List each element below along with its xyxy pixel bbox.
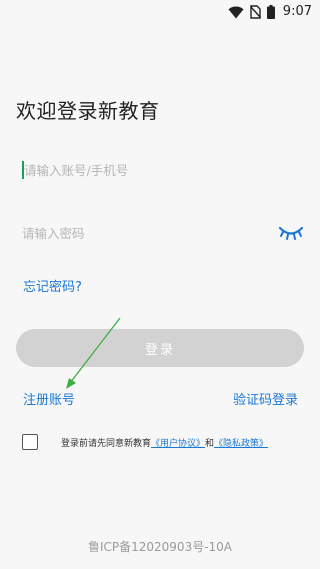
status-bar: 9:07	[0, 0, 320, 24]
password-input[interactable]	[16, 219, 262, 247]
password-field[interactable]	[16, 219, 304, 247]
agreement-row: 登录前请先同意新教育《用户协议》和《隐私政策》	[22, 434, 312, 452]
login-button[interactable]: 登录	[16, 329, 304, 367]
status-icons: 9:07	[228, 4, 312, 20]
account-input[interactable]	[16, 156, 264, 184]
account-field[interactable]	[16, 156, 304, 184]
icp-footer: 鲁ICP备12020903号-10A	[87, 540, 233, 554]
privacy-policy-link[interactable]: 《隐私政策》	[214, 439, 268, 449]
forgot-password-link[interactable]: 忘记密码?	[23, 276, 82, 295]
sms-login-link[interactable]: 验证码登录	[233, 389, 298, 408]
no-sim-icon	[249, 5, 261, 19]
agreement-prefix: 登录前请先同意新教育	[61, 439, 152, 449]
wifi-icon	[228, 6, 244, 18]
agreement-text: 登录前请先同意新教育《用户协议》和《隐私政策》	[61, 436, 268, 449]
agreement-and: 和	[205, 439, 215, 449]
user-agreement-link[interactable]: 《用户协议》	[151, 439, 205, 449]
text-cursor	[22, 161, 24, 179]
battery-icon	[266, 5, 275, 19]
page-title: 欢迎登录新教育	[16, 99, 160, 123]
register-link[interactable]: 注册账号	[23, 389, 75, 408]
eye-closed-icon[interactable]	[278, 225, 304, 241]
agreement-checkbox[interactable]	[22, 434, 38, 450]
status-time: 9:07	[282, 4, 312, 19]
